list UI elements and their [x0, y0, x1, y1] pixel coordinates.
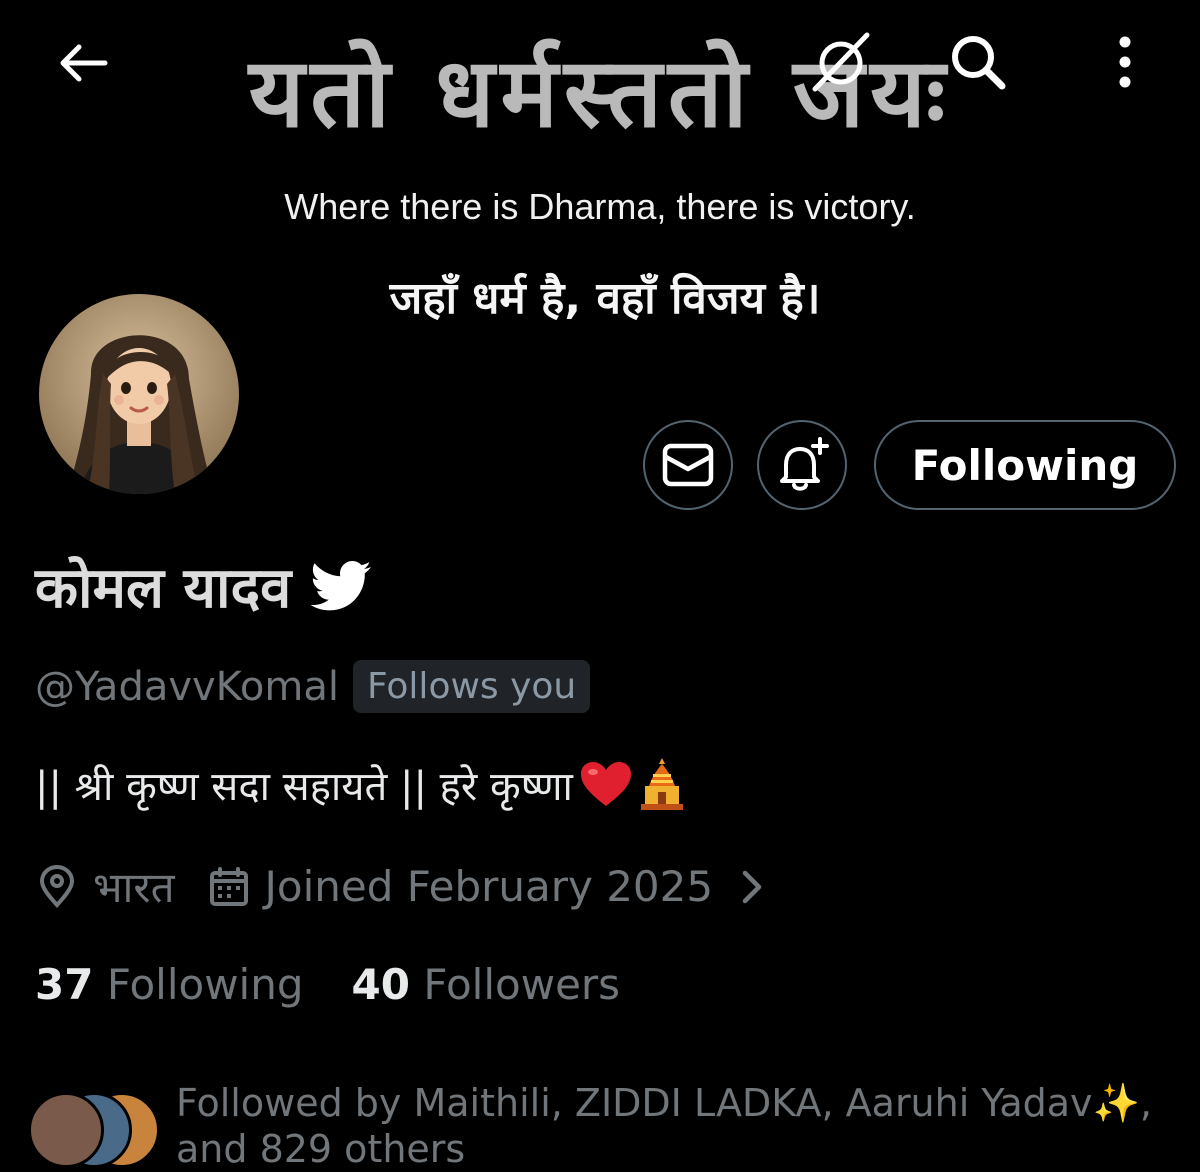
following-button[interactable]: Following	[874, 420, 1176, 510]
search-icon	[952, 36, 1006, 90]
followed-by-row[interactable]: Followed by Maithili, ZIDDI LADKA, Aaruh…	[28, 1080, 1152, 1172]
banner-english-text: Where there is Dharma, there is victory.	[284, 186, 916, 227]
followed-by-text: Followed by Maithili, ZIDDI LADKA, Aaruh…	[176, 1080, 1152, 1172]
search-button[interactable]	[938, 24, 1018, 100]
temple-icon	[640, 758, 683, 810]
bio: || श्री कृष्ण सदा सहायते || हरे कृष्णा	[35, 756, 685, 812]
joined-text: Joined February 2025	[264, 862, 714, 911]
profile-meta: भारत Joined February 2025	[35, 858, 767, 915]
joined-date[interactable]: Joined February 2025	[209, 862, 768, 911]
location-pin-icon	[39, 864, 75, 908]
more-vertical-icon	[1119, 36, 1131, 88]
followed-by-line2: and 829 others	[176, 1127, 466, 1171]
followers-label: Followers	[423, 960, 621, 1009]
display-name: कोमल यादव	[35, 556, 292, 621]
chevron-right-icon	[742, 870, 762, 903]
follows-you-badge: Follows you	[352, 660, 591, 713]
followers-count-link[interactable]: 40 Followers	[352, 960, 621, 1009]
display-name-row: कोमल यादव	[35, 548, 373, 624]
following-count: 37	[35, 960, 94, 1009]
location-text: भारत	[93, 863, 175, 912]
arrow-left-icon	[60, 44, 108, 82]
bird-icon	[311, 561, 372, 611]
grok-button[interactable]	[800, 24, 880, 100]
notification-button[interactable]	[757, 420, 847, 510]
following-count-link[interactable]: 37 Following	[35, 960, 304, 1009]
handle: @YadavvKomal	[35, 663, 339, 710]
bio-text: || श्री कृष्ण सदा सहायते || हरे कृष्णा	[35, 763, 573, 810]
mini-avatar	[28, 1092, 104, 1168]
handle-row: @YadavvKomal Follows you	[35, 660, 591, 713]
location: भारत	[35, 858, 175, 915]
following-label: Following	[106, 960, 304, 1009]
calendar-icon	[209, 866, 248, 906]
followed-by-avatars	[28, 1080, 168, 1168]
bell-plus-icon	[780, 437, 829, 491]
avatar-image	[39, 294, 239, 494]
followed-by-line1: Followed by Maithili, ZIDDI LADKA, Aaruh…	[176, 1081, 1152, 1125]
back-button[interactable]	[48, 30, 118, 96]
followers-count: 40	[351, 960, 410, 1009]
more-button[interactable]	[1100, 24, 1150, 100]
message-button[interactable]	[643, 420, 733, 510]
heart-icon	[580, 762, 631, 806]
envelope-icon	[662, 443, 714, 487]
profile-avatar[interactable]	[35, 290, 243, 498]
banner-sanskrit-text: यतो धर्मस्ततो जयः	[248, 36, 952, 149]
follow-counts: 37 Following 40 Followers	[35, 960, 620, 1009]
grok-icon	[812, 32, 870, 92]
